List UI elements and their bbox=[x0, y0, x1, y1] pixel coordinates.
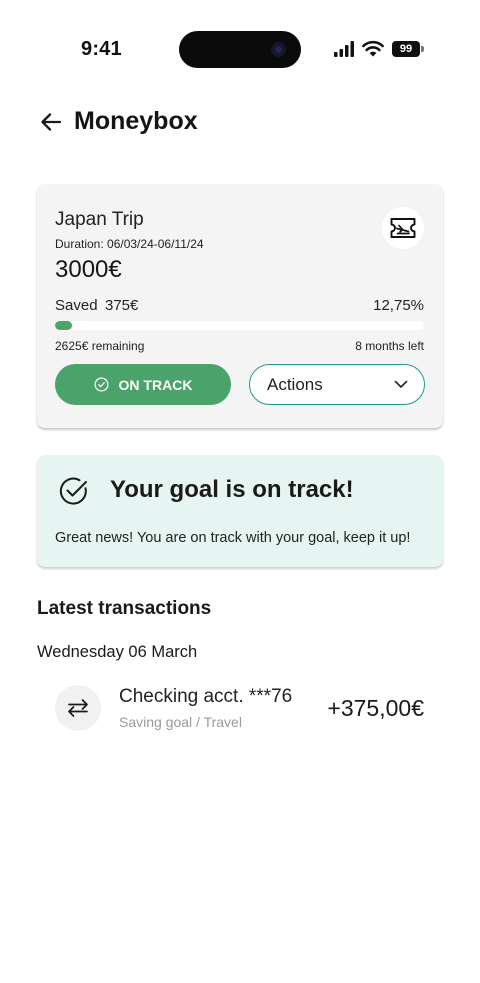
saved-label: Saved bbox=[55, 297, 98, 314]
goal-name: Japan Trip bbox=[55, 209, 144, 230]
latest-transactions-title: Latest transactions bbox=[37, 598, 212, 619]
check-circle-icon bbox=[59, 477, 87, 505]
transaction-amount: +375,00€ bbox=[327, 695, 424, 721]
battery-tip bbox=[421, 46, 424, 52]
transaction-title: Checking acct. ***76 bbox=[119, 686, 293, 707]
remaining-amount: 2625€ remaining bbox=[55, 339, 145, 353]
chevron-down-icon bbox=[394, 380, 408, 388]
progress-percent: 12,75% bbox=[373, 297, 424, 314]
arrow-left-icon[interactable] bbox=[38, 109, 64, 135]
goal-status-banner: Your goal is on track! Great news! You a… bbox=[37, 455, 443, 567]
actions-dropdown[interactable]: Actions bbox=[249, 364, 425, 405]
wifi-icon bbox=[362, 40, 384, 57]
check-circle-icon bbox=[94, 377, 109, 392]
transaction-date-header: Wednesday 06 March bbox=[37, 643, 198, 661]
status-bar: 9:41 99 bbox=[0, 0, 480, 100]
cellular-signal-icon bbox=[334, 41, 354, 57]
transaction-subtitle: Saving goal / Travel bbox=[119, 714, 242, 730]
goal-card: Japan Trip Duration: 06/03/24-06/11/24 3… bbox=[37, 184, 443, 428]
progress-bar bbox=[55, 321, 424, 330]
transaction-row[interactable]: Checking acct. ***76 Saving goal / Trave… bbox=[37, 680, 443, 738]
progress-bar-fill bbox=[55, 321, 72, 330]
saved-amount: 375€ bbox=[105, 297, 139, 314]
on-track-button[interactable]: ON TRACK bbox=[55, 364, 231, 405]
transaction-icon-badge bbox=[55, 685, 101, 731]
airplane-ticket-icon bbox=[390, 218, 416, 238]
months-left: 8 months left bbox=[355, 339, 424, 353]
battery-level: 99 bbox=[392, 41, 420, 57]
on-track-button-label: ON TRACK bbox=[118, 376, 193, 393]
banner-text: Great news! You are on track with your g… bbox=[55, 530, 411, 546]
actions-dropdown-label: Actions bbox=[267, 374, 323, 394]
goal-category-badge bbox=[382, 207, 424, 249]
page-title: Moneybox bbox=[74, 107, 198, 135]
battery-icon: 99 bbox=[392, 41, 424, 57]
camera-icon bbox=[271, 42, 286, 57]
banner-title: Your goal is on track! bbox=[110, 476, 354, 503]
goal-target-amount: 3000€ bbox=[55, 256, 122, 283]
status-time: 9:41 bbox=[81, 38, 122, 60]
dynamic-island bbox=[179, 31, 301, 68]
goal-duration: Duration: 06/03/24-06/11/24 bbox=[55, 237, 204, 251]
transfer-arrows-icon bbox=[68, 699, 88, 717]
